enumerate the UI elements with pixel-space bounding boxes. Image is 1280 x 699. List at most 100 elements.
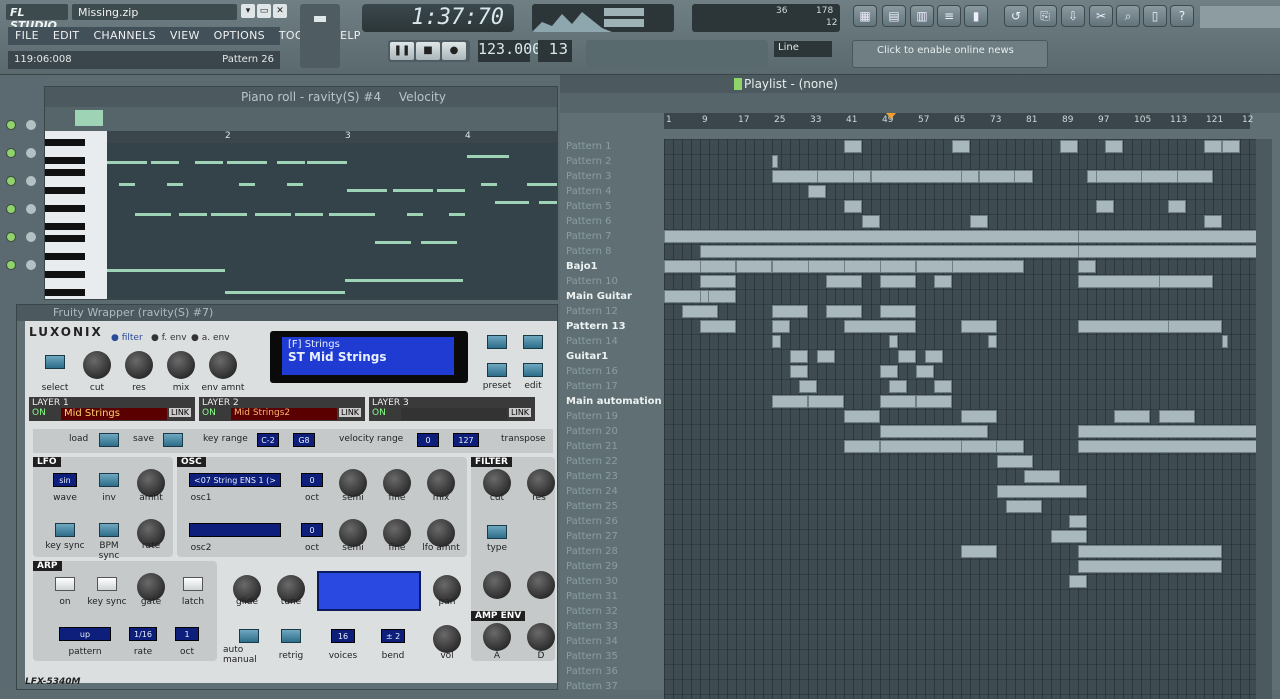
pattern-clip[interactable]: [997, 455, 1033, 468]
channel-led[interactable]: [6, 204, 16, 214]
track-name[interactable]: Pattern 14: [566, 334, 618, 349]
osc2-oct[interactable]: 0: [301, 523, 323, 537]
note[interactable]: [225, 291, 345, 294]
record-button[interactable]: ●: [442, 42, 466, 60]
radio-filter[interactable]: ● filter: [111, 333, 143, 343]
osc1-waveform[interactable]: <07 String ENS 1 (>: [189, 473, 281, 487]
pattern-clip[interactable]: [979, 170, 1015, 183]
pattern-clip[interactable]: [1096, 200, 1114, 213]
filter-env-knob[interactable]: [483, 571, 511, 599]
track-name[interactable]: Pattern 8: [566, 244, 612, 259]
pattern-clip[interactable]: [1105, 140, 1123, 153]
note[interactable]: [107, 161, 147, 164]
track-name[interactable]: Pattern 3: [566, 169, 612, 184]
note[interactable]: [467, 155, 509, 158]
channel-knob[interactable]: [26, 260, 36, 270]
pattern-number-display[interactable]: 13: [538, 40, 572, 62]
pattern-clip[interactable]: [808, 395, 844, 408]
amp-decay-knob[interactable]: [527, 623, 555, 651]
channel-led[interactable]: [6, 148, 16, 158]
vertical-scrollbar[interactable]: [1256, 139, 1272, 699]
menu-view[interactable]: VIEW: [163, 27, 207, 45]
note[interactable]: [393, 189, 433, 192]
pattern-clip[interactable]: [682, 305, 718, 318]
pattern-clip[interactable]: [772, 335, 781, 348]
key-range-high[interactable]: G8: [293, 433, 315, 447]
preset-display[interactable]: [F] Strings ST Mid Strings: [270, 331, 468, 383]
pattern-clip[interactable]: [961, 410, 997, 423]
note[interactable]: [287, 183, 303, 186]
pattern-clip[interactable]: [880, 260, 916, 273]
note[interactable]: [407, 213, 423, 216]
track-name[interactable]: Pattern 4: [566, 184, 612, 199]
note[interactable]: [195, 161, 223, 164]
pattern-clip[interactable]: [1159, 410, 1195, 423]
pattern-clip[interactable]: [889, 335, 898, 348]
cut-knob[interactable]: [83, 351, 111, 379]
pattern-clip[interactable]: [1051, 530, 1087, 543]
pattern-clip[interactable]: [772, 320, 790, 333]
pattern-clip[interactable]: [889, 380, 907, 393]
pattern-clip[interactable]: [826, 275, 862, 288]
pattern-clip[interactable]: [997, 485, 1087, 498]
lfo-wave-display[interactable]: sin: [53, 473, 77, 487]
note[interactable]: [363, 213, 375, 216]
piano-roll-mode[interactable]: Velocity: [399, 90, 446, 104]
osc1-oct[interactable]: 0: [301, 473, 323, 487]
search-button[interactable]: ⌕: [1116, 5, 1140, 27]
note[interactable]: [437, 189, 465, 192]
env-amnt-knob[interactable]: [209, 351, 237, 379]
note[interactable]: [227, 161, 267, 164]
piano-roll-toolbar[interactable]: [45, 107, 557, 131]
pattern-clip[interactable]: [817, 350, 835, 363]
pattern-clip[interactable]: [916, 365, 934, 378]
notes-button[interactable]: ▯: [1143, 5, 1167, 27]
bend-display[interactable]: ± 2: [381, 629, 405, 643]
arp-rate-display[interactable]: 1/16: [129, 627, 157, 641]
pattern-clip[interactable]: [844, 200, 862, 213]
pattern-clip[interactable]: [1078, 440, 1256, 453]
track-name[interactable]: Pattern 12: [566, 304, 618, 319]
pattern-clip[interactable]: [1069, 515, 1087, 528]
channel-knob[interactable]: [26, 176, 36, 186]
pattern-clip[interactable]: [1177, 170, 1213, 183]
edit-button[interactable]: [523, 363, 543, 377]
pattern-clip[interactable]: [700, 290, 709, 303]
vol-knob[interactable]: [433, 625, 461, 653]
pattern-clip[interactable]: [799, 380, 817, 393]
auto-manual-button[interactable]: [239, 629, 259, 643]
pattern-clip[interactable]: [961, 170, 979, 183]
track-name[interactable]: Pattern 29: [566, 559, 618, 574]
menu-arrow-icon[interactable]: ▾: [241, 4, 255, 18]
track-name[interactable]: Pattern 7: [566, 229, 612, 244]
note[interactable]: [345, 279, 463, 282]
key-range-low[interactable]: C-2: [257, 433, 279, 447]
save-project-button[interactable]: ⎘: [1033, 5, 1057, 27]
track-name[interactable]: Pattern 28: [566, 544, 618, 559]
channel-knob[interactable]: [26, 204, 36, 214]
note[interactable]: [495, 201, 529, 204]
pattern-clip[interactable]: [844, 140, 862, 153]
pattern-clip[interactable]: [1078, 245, 1256, 258]
pattern-clip[interactable]: [826, 305, 862, 318]
channel-knob[interactable]: [26, 148, 36, 158]
mix-knob[interactable]: [167, 351, 195, 379]
close-icon[interactable]: ✕: [273, 4, 287, 18]
pattern-clip[interactable]: [1060, 140, 1078, 153]
piano-roll-button[interactable]: ▥: [910, 5, 934, 27]
track-name[interactable]: Pattern 13: [566, 319, 626, 334]
preset-button[interactable]: [487, 363, 507, 377]
pattern-clip[interactable]: [1006, 500, 1042, 513]
playlist-title[interactable]: Playlist - (none): [744, 75, 838, 91]
track-name[interactable]: Pattern 2: [566, 154, 612, 169]
channel-knob[interactable]: [26, 120, 36, 130]
track-name[interactable]: Pattern 22: [566, 454, 618, 469]
retrig-button[interactable]: [281, 629, 301, 643]
pattern-clip[interactable]: [700, 320, 736, 333]
arp-pattern-display[interactable]: up: [59, 627, 111, 641]
velocity-low[interactable]: 0: [417, 433, 439, 447]
pattern-clip[interactable]: [961, 440, 997, 453]
channel-led[interactable]: [6, 232, 16, 242]
track-name[interactable]: Pattern 33: [566, 619, 618, 634]
pattern-clip[interactable]: [700, 260, 736, 273]
